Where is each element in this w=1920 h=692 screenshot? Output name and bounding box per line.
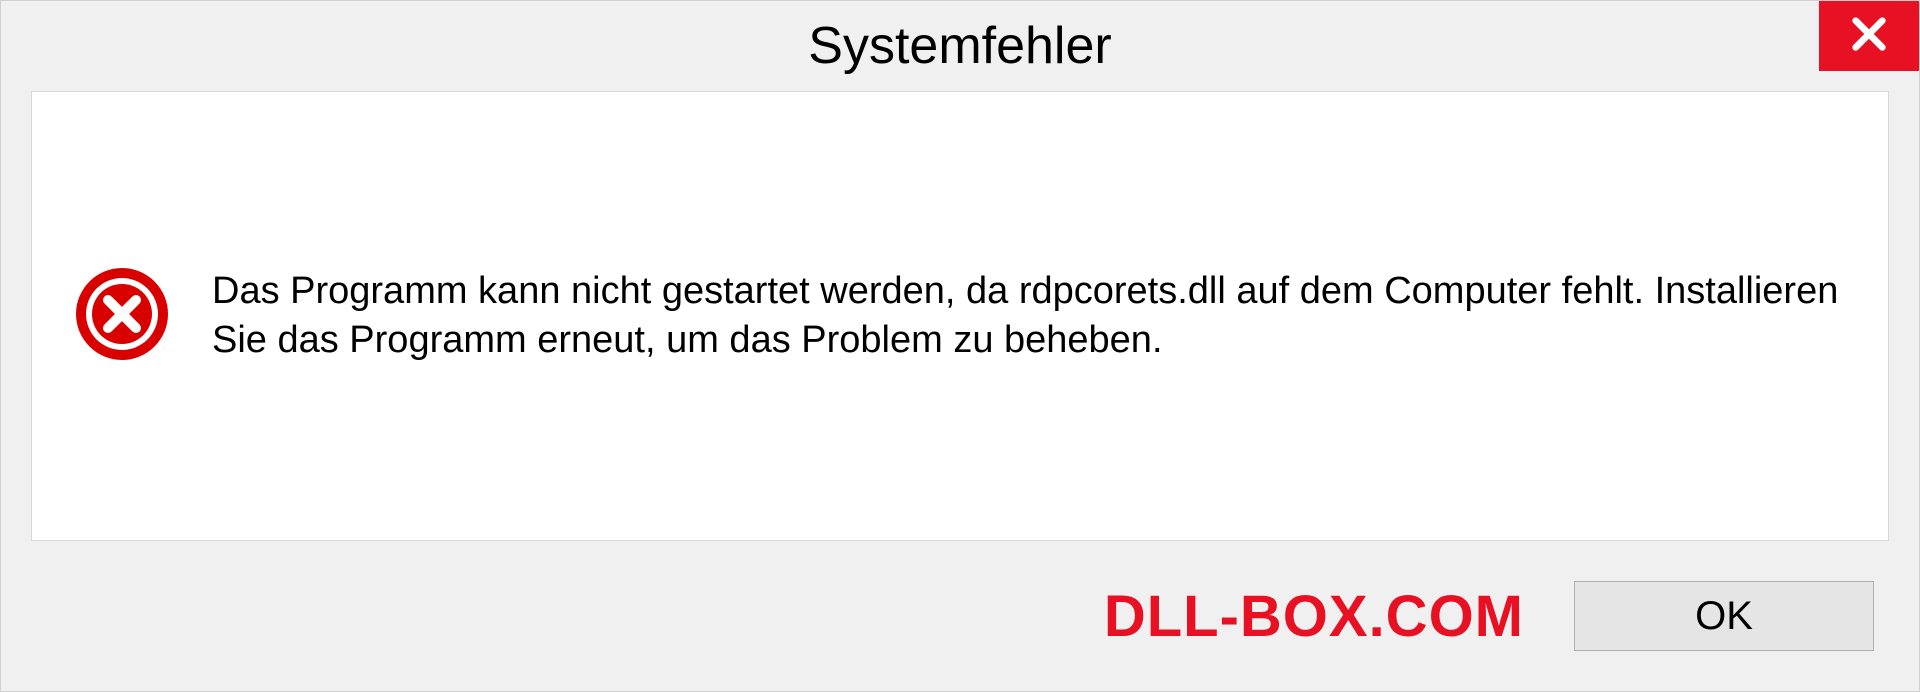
watermark-text: DLL-BOX.COM [1104, 583, 1524, 650]
close-button[interactable] [1819, 1, 1919, 71]
titlebar: Systemfehler [1, 1, 1919, 91]
error-dialog: Systemfehler Das Programm kann nicht ges… [0, 0, 1920, 692]
ok-button[interactable]: OK [1574, 581, 1874, 651]
footer: DLL-BOX.COM OK [1, 561, 1919, 691]
error-icon [72, 264, 172, 369]
close-icon [1849, 14, 1889, 59]
error-message: Das Programm kann nicht gestartet werden… [212, 267, 1848, 366]
content-area: Das Programm kann nicht gestartet werden… [31, 91, 1889, 541]
dialog-title: Systemfehler [808, 16, 1111, 76]
